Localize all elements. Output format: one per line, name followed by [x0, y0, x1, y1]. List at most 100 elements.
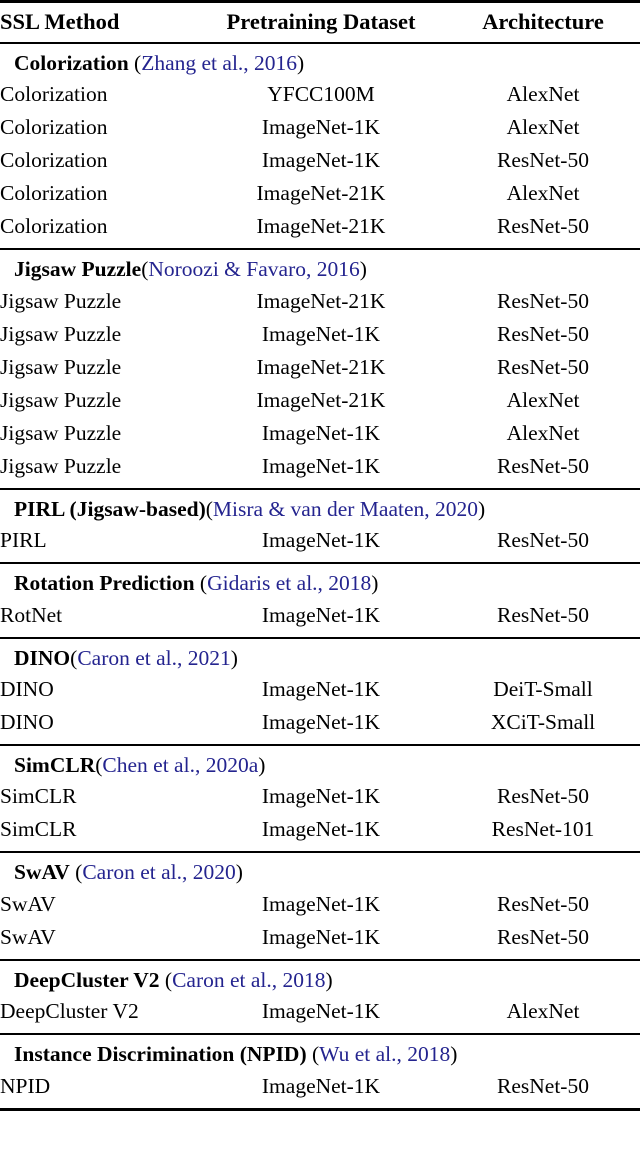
section-heading-cell: Jigsaw Puzzle(Noroozi & Favaro, 2016) — [0, 250, 640, 284]
cell-pretraining-dataset: ImageNet-21K — [256, 214, 386, 239]
cell-pretraining-dataset: ImageNet-1K — [261, 148, 381, 173]
cell-ssl-method: SimCLR — [0, 784, 77, 809]
cell-architecture: AlexNet — [506, 387, 580, 412]
cell-architecture: ResNet-50 — [497, 354, 589, 379]
section-heading-row: SimCLR(Chen et al., 2020a) — [0, 746, 640, 780]
cell-architecture: DeiT-Small — [493, 677, 593, 701]
citation-close-paren: ) — [325, 967, 333, 992]
citation-close-paren: ) — [478, 496, 486, 521]
table-row: Colorization YFCC100M AlexNet — [0, 78, 640, 111]
section-heading-name: SimCLR — [14, 753, 96, 778]
table-row: SwAV ImageNet-1K ResNet-50 — [0, 921, 640, 954]
table-header-row: SSL Method Pretraining Dataset Architect… — [0, 3, 640, 43]
cell-architecture: ResNet-50 — [497, 784, 589, 809]
cell-ssl-method: Jigsaw Puzzle — [0, 453, 122, 478]
cell-pretraining-dataset: ImageNet-1K — [261, 420, 381, 445]
table-row: DINO ImageNet-1K DeiT-Small — [0, 673, 640, 706]
cell-pretraining-dataset: ImageNet-1K — [261, 1073, 381, 1098]
citation-open-paren: ( — [164, 967, 173, 992]
section-heading-row: Instance Discrimination (NPID) (Wu et al… — [0, 1035, 640, 1069]
cell-ssl-method: Colorization — [0, 148, 108, 173]
table-row: Jigsaw Puzzle ImageNet-21K AlexNet — [0, 384, 640, 417]
table-row: NPID ImageNet-1K ResNet-50 — [0, 1070, 640, 1103]
section-heading-name: PIRL (Jigsaw-based) — [14, 496, 206, 521]
table-bottom-rule-cell — [0, 1107, 640, 1112]
cell-pretraining-dataset: ImageNet-1K — [261, 784, 381, 809]
cell-ssl-method: NPID — [0, 1073, 51, 1098]
table-row: PIRL ImageNet-1K ResNet-50 — [0, 524, 640, 557]
cell-ssl-method: PIRL — [0, 528, 47, 553]
section-heading-name: DeepCluster V2 — [14, 967, 160, 992]
citation-close-paren: ) — [258, 753, 266, 778]
citation-link[interactable]: Caron et al., 2021 — [77, 646, 230, 670]
table-row: Colorization ImageNet-1K AlexNet — [0, 111, 640, 144]
cell-pretraining-dataset: ImageNet-1K — [261, 602, 381, 627]
cell-pretraining-dataset: ImageNet-21K — [256, 354, 386, 379]
citation-link[interactable]: Caron et al., 2020 — [82, 860, 235, 884]
cell-ssl-method: Jigsaw Puzzle — [0, 321, 122, 346]
column-header-architecture: Architecture — [482, 9, 604, 34]
citation-link[interactable]: Gidaris et al., 2018 — [207, 571, 371, 595]
table-row: Jigsaw Puzzle ImageNet-21K ResNet-50 — [0, 285, 640, 318]
section-heading-row: Colorization (Zhang et al., 2016) — [0, 44, 640, 78]
cell-architecture: ResNet-50 — [497, 288, 589, 313]
table-row: Jigsaw Puzzle ImageNet-21K ResNet-50 — [0, 351, 640, 384]
section-heading-row: DeepCluster V2 (Caron et al., 2018) — [0, 961, 640, 995]
cell-ssl-method: DeepCluster V2 — [0, 999, 139, 1024]
section-heading-cell: SwAV (Caron et al., 2020) — [0, 853, 640, 887]
cell-ssl-method: DINO — [0, 677, 54, 701]
citation-link[interactable]: Caron et al., 2018 — [172, 968, 325, 992]
section-heading-cell: DINO(Caron et al., 2021) — [0, 639, 640, 673]
cell-pretraining-dataset: ImageNet-1K — [261, 924, 381, 949]
cell-architecture: XCiT-Small — [490, 710, 596, 735]
column-header-pretraining-dataset: Pretraining Dataset — [226, 9, 416, 34]
cell-pretraining-dataset: ImageNet-1K — [261, 891, 381, 916]
table-row: SimCLR ImageNet-1K ResNet-50 — [0, 780, 640, 813]
cell-pretraining-dataset: ImageNet-1K — [261, 999, 381, 1024]
section-heading-cell: Instance Discrimination (NPID) (Wu et al… — [0, 1035, 640, 1069]
cell-pretraining-dataset: ImageNet-1K — [261, 453, 381, 478]
citation-link[interactable]: Chen et al., 2020a — [102, 753, 258, 777]
citation-link[interactable]: Wu et al., 2018 — [319, 1042, 450, 1066]
table-row: DINO ImageNet-1K XCiT-Small — [0, 706, 640, 739]
cell-architecture: AlexNet — [506, 999, 580, 1024]
citation-close-paren: ) — [359, 257, 367, 282]
cell-ssl-method: DINO — [0, 710, 54, 735]
citation-link[interactable]: Misra & van der Maaten, 2020 — [213, 497, 478, 521]
cell-pretraining-dataset: ImageNet-1K — [261, 817, 381, 842]
cell-ssl-method: RotNet — [0, 602, 63, 627]
table-row: Colorization ImageNet-1K ResNet-50 — [0, 144, 640, 177]
table-row: SwAV ImageNet-1K ResNet-50 — [0, 888, 640, 921]
table-row: RotNet ImageNet-1K ResNet-50 — [0, 599, 640, 632]
table-row: DeepCluster V2 ImageNet-1K AlexNet — [0, 995, 640, 1028]
cell-ssl-method: Colorization — [0, 181, 108, 206]
citation-close-paren: ) — [450, 1042, 458, 1067]
section-heading-row: PIRL (Jigsaw-based)(Misra & van der Maat… — [0, 490, 640, 524]
table-row: Jigsaw Puzzle ImageNet-1K ResNet-50 — [0, 450, 640, 483]
table-row: SimCLR ImageNet-1K ResNet-101 — [0, 813, 640, 846]
cell-pretraining-dataset: YFCC100M — [267, 82, 375, 107]
citation-open-paren: ( — [205, 496, 213, 521]
section-heading-cell: Rotation Prediction (Gidaris et al., 201… — [0, 564, 640, 598]
section-heading-cell: DeepCluster V2 (Caron et al., 2018) — [0, 961, 640, 995]
ssl-methods-table-container: SSL Method Pretraining Dataset Architect… — [0, 0, 640, 1112]
cell-architecture: ResNet-50 — [497, 453, 589, 478]
cell-architecture: ResNet-50 — [497, 148, 589, 173]
citation-link[interactable]: Noroozi & Favaro, 2016 — [148, 257, 359, 281]
cell-architecture: ResNet-50 — [497, 891, 589, 916]
cell-pretraining-dataset: ImageNet-1K — [261, 528, 381, 553]
cell-pretraining-dataset: ImageNet-1K — [261, 115, 381, 140]
cell-architecture: AlexNet — [506, 181, 580, 206]
section-heading-row: Jigsaw Puzzle(Noroozi & Favaro, 2016) — [0, 250, 640, 284]
cell-architecture: ResNet-50 — [497, 321, 589, 346]
section-heading-cell: SimCLR(Chen et al., 2020a) — [0, 746, 640, 780]
cell-architecture: AlexNet — [506, 420, 580, 445]
cell-ssl-method: SwAV — [0, 924, 56, 949]
citation-link[interactable]: Zhang et al., 2016 — [141, 51, 297, 75]
cell-pretraining-dataset: ImageNet-1K — [261, 321, 381, 346]
cell-architecture: ResNet-50 — [497, 924, 589, 949]
table-row: Colorization ImageNet-21K ResNet-50 — [0, 210, 640, 243]
section-heading-name: SwAV — [14, 860, 70, 885]
citation-close-paren: ) — [230, 645, 238, 670]
table-row: Jigsaw Puzzle ImageNet-1K ResNet-50 — [0, 318, 640, 351]
